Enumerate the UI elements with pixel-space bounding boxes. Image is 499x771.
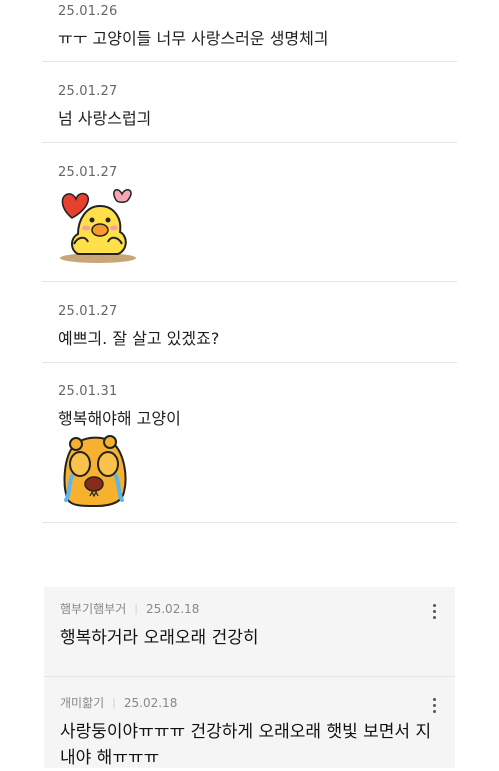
meta-separator: |: [112, 696, 116, 709]
comment-item: 햄부기햄부거 | 25.02.18 행복하거라 오래오래 건강히: [60, 600, 439, 651]
entry-date: 25.01.27: [58, 304, 118, 319]
entry-5: 25.01.31 행복해야해 고양이: [58, 384, 455, 429]
comment-text: 사랑둥이야ㅠㅠㅠ 건강하게 오래오래 햇빛 보면서 지내야 해ㅠㅠㅠ: [60, 722, 432, 768]
divider: [42, 362, 457, 363]
entry-date: 25.01.27: [58, 84, 118, 99]
divider: [42, 281, 457, 282]
comment-meta: 햄부기햄부거 | 25.02.18: [60, 600, 439, 617]
crying-bear-sticker-icon: [58, 430, 132, 512]
entry-date: 25.01.31: [58, 384, 118, 399]
entry-text: 예쁘긔. 잘 살고 있겠죠?: [58, 329, 220, 348]
entry-4: 25.01.27 예쁘긔. 잘 살고 있겠죠?: [58, 304, 455, 349]
comment-meta: 개미핢기 | 25.02.18: [60, 694, 439, 711]
comment-text: 행복하거라 오래오래 건강히: [60, 628, 259, 648]
comment-date: 25.02.18: [145, 601, 200, 616]
divider: [42, 522, 457, 523]
more-options-icon[interactable]: [425, 694, 443, 716]
comment-item: 개미핢기 | 25.02.18 사랑둥이야ㅠㅠㅠ 건강하게 오래오래 햇빛 보면…: [60, 694, 439, 771]
entry-1: 25.01.26 ㅠㅜ 고양이들 너무 사랑스러운 생명체긔: [58, 4, 455, 49]
entry-date: 25.01.27: [58, 165, 118, 180]
entry-2: 25.01.27 넘 사랑스럽긔: [58, 84, 455, 129]
comment-author[interactable]: 햄부기햄부거: [60, 600, 126, 617]
love-chick-sticker-icon: [56, 184, 140, 268]
comments-section: 햄부기햄부거 | 25.02.18 행복하거라 오래오래 건강히 개미핢기 | …: [44, 587, 455, 768]
comment-divider: [44, 676, 455, 677]
entry-text: 행복해야해 고양이: [58, 409, 181, 428]
divider: [42, 142, 457, 143]
divider: [42, 61, 457, 62]
entry-text: 넘 사랑스럽긔: [58, 109, 152, 128]
entry-date: 25.01.26: [58, 4, 118, 19]
more-options-icon[interactable]: [425, 600, 443, 622]
comment-date: 25.02.18: [123, 695, 178, 710]
entry-3: 25.01.27: [58, 165, 455, 180]
entry-text: ㅠㅜ 고양이들 너무 사랑스러운 생명체긔: [58, 29, 329, 48]
comment-author[interactable]: 개미핢기: [60, 694, 104, 711]
meta-separator: |: [134, 602, 138, 615]
